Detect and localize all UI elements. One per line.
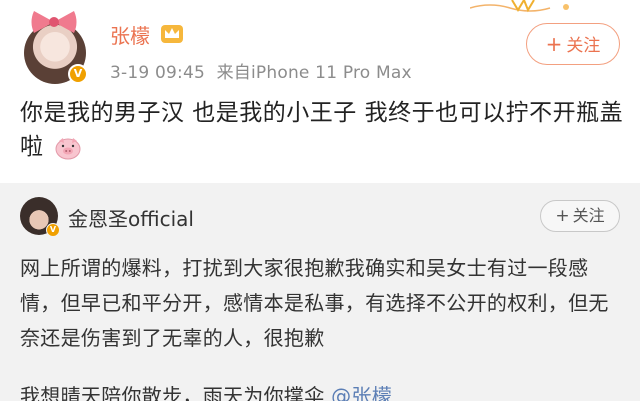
main-post: V 张檬 3-19 09:45 来自iPhone 11 Pro Max + 关注 …	[0, 0, 640, 183]
author-name[interactable]: 张檬	[110, 20, 150, 49]
repost-author-avatar[interactable]: V	[20, 197, 60, 237]
author-avatar[interactable]: V	[20, 8, 90, 84]
pig-icon	[55, 137, 81, 159]
bow-icon	[31, 11, 77, 33]
repost-text2: 我想晴天陪你散步，雨天为你撑伞	[20, 384, 325, 401]
repost-follow-label: 关注	[572, 206, 605, 225]
post-text: 你是我的男子汉 也是我的小王子 我终于也可以拧不开瓶盖啦	[20, 100, 624, 160]
repost-text: 网上所谓的爆料，打扰到大家很抱歉我确实和吴女士有过一段感情，但早已和平分开，感情…	[20, 256, 609, 350]
quoted-post[interactable]: V 金恩圣official + 关注 网上所谓的爆料，打扰到大家很抱歉我确实和吴女…	[0, 183, 640, 401]
follow-button[interactable]: + 关注	[526, 23, 620, 65]
repost-verified-badge: V	[46, 223, 60, 237]
post-meta: 3-19 09:45 来自iPhone 11 Pro Max	[110, 58, 418, 83]
post-content: 你是我的男子汉 也是我的小王子 我终于也可以拧不开瓶盖啦	[20, 96, 626, 164]
plus-icon: +	[545, 32, 563, 56]
mention-link[interactable]: @张檬	[331, 384, 392, 401]
crown-icon	[161, 25, 183, 43]
repost-follow-button[interactable]: + 关注	[540, 200, 620, 232]
plus-icon: +	[555, 206, 570, 226]
post-time: 3-19 09:45	[110, 63, 205, 83]
follow-label: 关注	[566, 36, 601, 56]
repost-author-name[interactable]: 金恩圣official	[68, 203, 194, 232]
repost-text-continued: 我想晴天陪你散步，雨天为你撑伞 @张檬	[20, 379, 626, 401]
post-source: 来自iPhone 11 Pro Max	[216, 63, 412, 83]
decoration-icon	[470, 0, 569, 13]
verified-badge: V	[68, 64, 88, 84]
